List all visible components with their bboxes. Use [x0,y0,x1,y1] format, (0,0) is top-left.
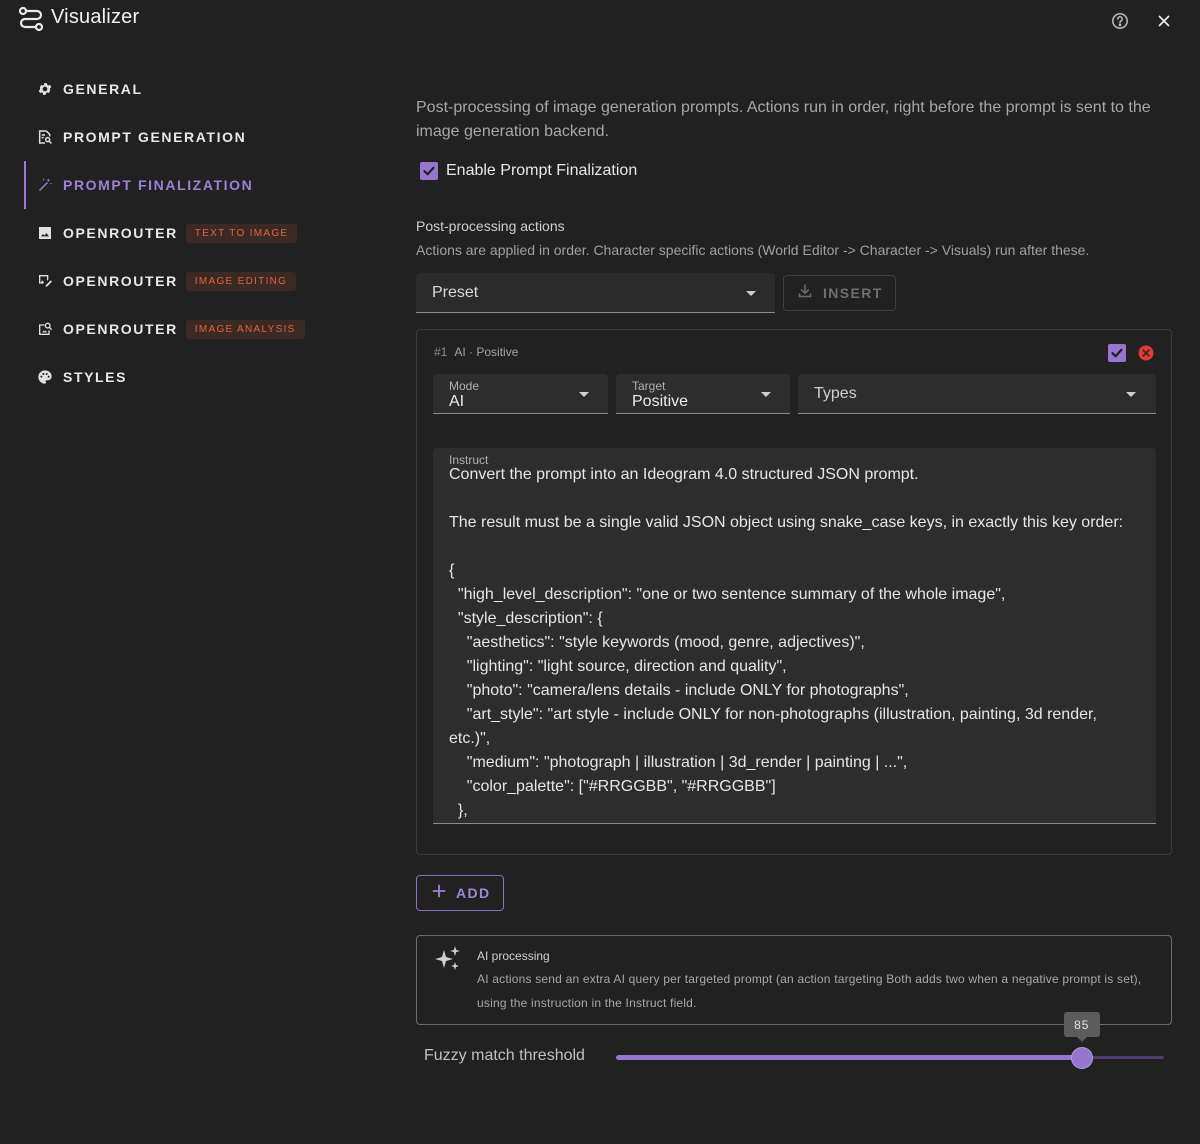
sidebar-item-prompt-generation[interactable]: PROMPT GENERATION [24,113,354,161]
title-bar: Visualizer [0,0,1200,44]
main-content: Post-processing of image generation prom… [416,96,1172,1068]
preset-placeholder: Preset [432,284,479,301]
action-number: #1 [434,345,448,359]
enable-label: Enable Prompt Finalization [446,162,638,179]
palette-icon [36,368,54,386]
sidebar-item-openrouter-image-analysis[interactable]: OPENROUTER IMAGE ANALYSIS [24,305,354,353]
instruct-textarea[interactable]: Instruct Convert the prompt into an Ideo… [433,448,1156,824]
insert-button[interactable]: INSERT [783,275,896,311]
gear-icon [36,80,54,98]
types-select[interactable]: Types [798,374,1156,414]
checkbox-checked-icon[interactable] [420,162,438,180]
fuzzy-threshold-label: Fuzzy match threshold [424,1047,585,1064]
sidebar-item-label: GENERAL [63,81,143,97]
image-edit-icon [36,272,54,290]
download-icon [797,283,813,304]
sidebar-item-label: OPENROUTER [63,273,178,289]
sidebar-nav: GENERAL PROMPT GENERATION PROMPT FINALIZ… [24,65,354,401]
provider-chip: IMAGE ANALYSIS [185,319,305,339]
section-title: Post-processing actions [416,218,565,234]
close-icon[interactable] [1152,9,1176,33]
sidebar-item-label: PROMPT FINALIZATION [63,177,254,193]
insert-label: INSERT [823,285,883,301]
mode-label: Mode [449,379,480,393]
info-text: AI actions send an extra AI query per ta… [477,972,1142,1010]
image-icon [36,224,54,242]
sidebar-item-label: OPENROUTER [63,321,178,337]
sidebar-item-openrouter-text-to-image[interactable]: OPENROUTER TEXT TO IMAGE [24,209,354,257]
help-icon[interactable] [1108,9,1132,33]
magic-wand-icon [36,176,54,194]
sidebar-item-styles[interactable]: STYLES [24,353,354,401]
plus-icon [432,884,446,903]
target-label: Target [632,379,666,393]
chevron-down-icon [746,291,756,296]
action-summary: AI · Positive [454,345,519,359]
mode-select[interactable]: Mode AI [433,374,608,414]
sparkles-icon [433,944,463,974]
sidebar-item-label: STYLES [63,369,128,385]
instruct-text: Convert the prompt into an Ideogram 4.0 … [449,466,1124,819]
slider-thumb[interactable] [1071,1048,1092,1068]
slider-value-label: 85 [1063,1012,1100,1042]
mode-value: AI [449,393,465,410]
delete-action-icon[interactable] [1137,344,1155,362]
enable-prompt-finalization-checkbox[interactable]: Enable Prompt Finalization [420,162,637,180]
action-enabled-checkbox[interactable] [1108,344,1126,362]
add-action-button[interactable]: ADD [416,875,504,911]
preset-select[interactable]: Preset [416,273,775,313]
types-placeholder: Types [814,385,857,402]
sidebar-item-general[interactable]: GENERAL [24,65,354,113]
sidebar-item-prompt-finalization[interactable]: PROMPT FINALIZATION [24,161,354,209]
fuzzy-threshold-slider[interactable]: 85 [616,1012,1164,1068]
provider-chip: TEXT TO IMAGE [185,223,298,243]
provider-chip: IMAGE EDITING [185,271,297,291]
action-card-header: #1 AI · Positive [434,345,518,359]
slider-track [616,1055,1082,1060]
target-value: Positive [632,393,689,410]
target-select[interactable]: Target Positive [616,374,790,414]
chevron-down-icon [579,392,589,397]
section-subtitle: Actions are applied in order. Character … [416,242,1090,258]
intro-text: Post-processing of image generation prom… [416,99,1151,140]
ai-processing-info: AI processing AI actions send an extra A… [416,935,1172,1025]
action-card: #1 AI · Positive Mode AI Target Positive … [416,329,1172,855]
route-icon [18,6,44,32]
chevron-down-icon [761,392,771,397]
sidebar-item-label: OPENROUTER [63,225,178,241]
add-label: ADD [456,885,491,901]
info-title: AI processing [477,949,550,963]
app-title: Visualizer [51,6,140,28]
image-search-icon [36,320,54,338]
sidebar-item-openrouter-image-editing[interactable]: OPENROUTER IMAGE EDITING [24,257,354,305]
sidebar-item-label: PROMPT GENERATION [63,129,247,145]
document-search-icon [36,128,54,146]
chevron-down-icon [1126,392,1136,397]
